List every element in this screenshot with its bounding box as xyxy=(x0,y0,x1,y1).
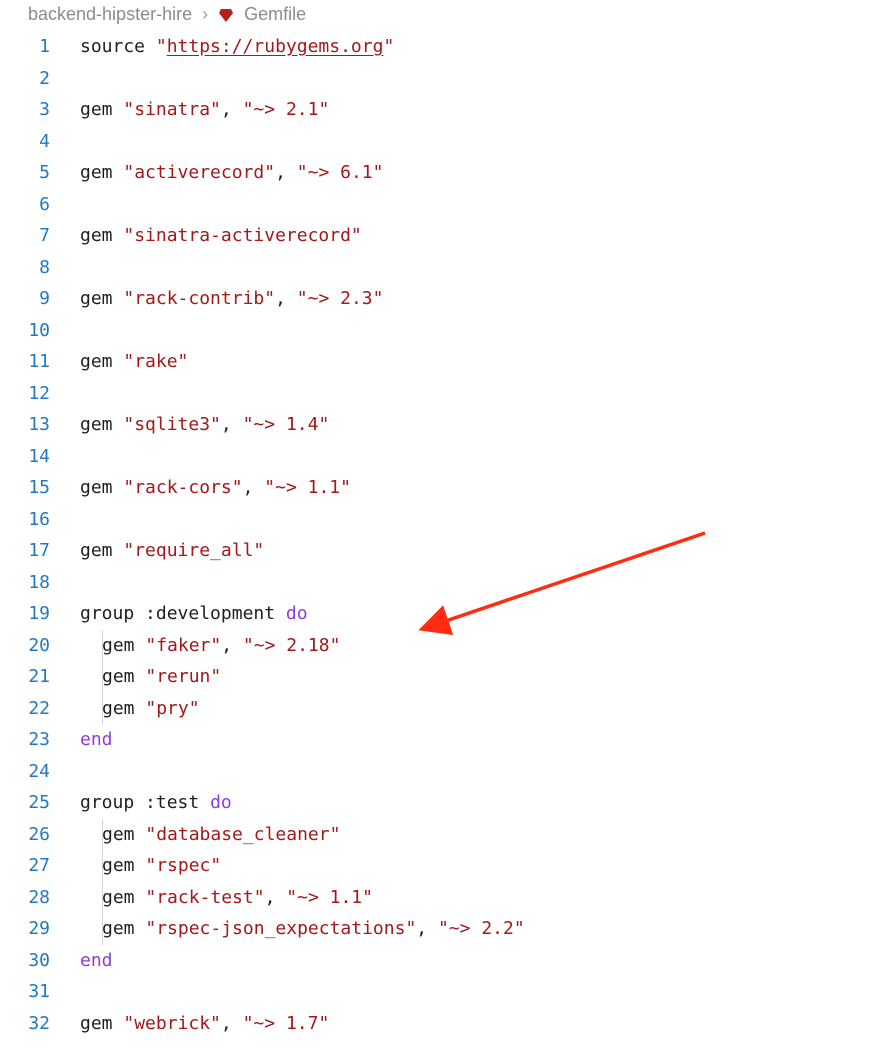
code-line[interactable]: 11gem "rake" xyxy=(0,346,880,378)
code-content: end xyxy=(80,945,113,977)
line-number: 5 xyxy=(0,157,80,189)
code-line[interactable]: 8 xyxy=(0,252,880,284)
code-line[interactable]: 1source "https://rubygems.org" xyxy=(0,31,880,63)
line-number: 25 xyxy=(0,787,80,819)
code-line[interactable]: 13gem "sqlite3", "~> 1.4" xyxy=(0,409,880,441)
line-number: 26 xyxy=(0,819,80,851)
code-content: gem "sinatra-activerecord" xyxy=(80,220,362,252)
code-line[interactable]: 7gem "sinatra-activerecord" xyxy=(0,220,880,252)
breadcrumb: backend-hipster-hire › Gemfile xyxy=(0,0,880,31)
code-line[interactable]: 20 gem "faker", "~> 2.18" xyxy=(0,630,880,662)
code-content: gem "rack-contrib", "~> 2.3" xyxy=(80,283,383,315)
code-line[interactable]: 4 xyxy=(0,126,880,158)
code-content: gem "rack-cors", "~> 1.1" xyxy=(80,472,351,504)
line-number: 29 xyxy=(0,913,80,945)
code-line[interactable]: 3gem "sinatra", "~> 2.1" xyxy=(0,94,880,126)
code-content: gem "rack-test", "~> 1.1" xyxy=(102,882,373,914)
code-content: gem "require_all" xyxy=(80,535,264,567)
line-number: 23 xyxy=(0,724,80,756)
code-line[interactable]: 29 gem "rspec-json_expectations", "~> 2.2… xyxy=(0,913,880,945)
code-content: end xyxy=(80,724,113,756)
line-number: 22 xyxy=(0,693,80,725)
line-number: 7 xyxy=(0,220,80,252)
code-content: gem "sinatra", "~> 2.1" xyxy=(80,94,329,126)
line-number: 15 xyxy=(0,472,80,504)
code-line[interactable]: 19group :development do xyxy=(0,598,880,630)
line-number: 32 xyxy=(0,1008,80,1040)
code-line[interactable]: 21 gem "rerun" xyxy=(0,661,880,693)
line-number: 17 xyxy=(0,535,80,567)
line-number: 21 xyxy=(0,661,80,693)
code-line[interactable]: 31 xyxy=(0,976,880,1008)
code-line[interactable]: 24 xyxy=(0,756,880,788)
code-content: gem "faker", "~> 2.18" xyxy=(102,630,340,662)
line-number: 1 xyxy=(0,31,80,63)
code-content: gem "sqlite3", "~> 1.4" xyxy=(80,409,329,441)
code-content: source "https://rubygems.org" xyxy=(80,31,394,63)
line-number: 8 xyxy=(0,252,80,284)
code-line[interactable]: 6 xyxy=(0,189,880,221)
code-line[interactable]: 14 xyxy=(0,441,880,473)
code-line[interactable]: 10 xyxy=(0,315,880,347)
breadcrumb-file[interactable]: Gemfile xyxy=(244,4,306,25)
code-line[interactable]: 2 xyxy=(0,63,880,95)
code-line[interactable]: 28 gem "rack-test", "~> 1.1" xyxy=(0,882,880,914)
code-content: group :development do xyxy=(80,598,308,630)
code-line[interactable]: 17gem "require_all" xyxy=(0,535,880,567)
code-line[interactable]: 22 gem "pry" xyxy=(0,693,880,725)
line-number: 28 xyxy=(0,882,80,914)
code-line[interactable]: 25group :test do xyxy=(0,787,880,819)
code-content: gem "rake" xyxy=(80,346,188,378)
line-number: 12 xyxy=(0,378,80,410)
line-number: 10 xyxy=(0,315,80,347)
code-line[interactable]: 26 gem "database_cleaner" xyxy=(0,819,880,851)
ruby-file-icon xyxy=(218,7,234,23)
code-line[interactable]: 18 xyxy=(0,567,880,599)
line-number: 31 xyxy=(0,976,80,1008)
code-line[interactable]: 16 xyxy=(0,504,880,536)
line-number: 24 xyxy=(0,756,80,788)
code-content: gem "rerun" xyxy=(102,661,221,693)
code-content: gem "pry" xyxy=(102,693,200,725)
line-number: 13 xyxy=(0,409,80,441)
code-line[interactable]: 32gem "webrick", "~> 1.7" xyxy=(0,1008,880,1040)
chevron-right-icon: › xyxy=(202,4,208,25)
code-line[interactable]: 23end xyxy=(0,724,880,756)
code-line[interactable]: 15gem "rack-cors", "~> 1.1" xyxy=(0,472,880,504)
line-number: 30 xyxy=(0,945,80,977)
line-number: 3 xyxy=(0,94,80,126)
breadcrumb-root[interactable]: backend-hipster-hire xyxy=(28,4,192,25)
code-content: gem "activerecord", "~> 6.1" xyxy=(80,157,383,189)
line-number: 9 xyxy=(0,283,80,315)
line-number: 27 xyxy=(0,850,80,882)
line-number: 2 xyxy=(0,63,80,95)
line-number: 11 xyxy=(0,346,80,378)
code-content: gem "webrick", "~> 1.7" xyxy=(80,1008,329,1040)
code-content: gem "rspec" xyxy=(102,850,221,882)
code-editor[interactable]: 1source "https://rubygems.org"23gem "sin… xyxy=(0,31,880,1039)
line-number: 4 xyxy=(0,126,80,158)
code-line[interactable]: 9gem "rack-contrib", "~> 2.3" xyxy=(0,283,880,315)
line-number: 16 xyxy=(0,504,80,536)
code-line[interactable]: 30end xyxy=(0,945,880,977)
line-number: 20 xyxy=(0,630,80,662)
line-number: 14 xyxy=(0,441,80,473)
code-line[interactable]: 27 gem "rspec" xyxy=(0,850,880,882)
code-line[interactable]: 12 xyxy=(0,378,880,410)
line-number: 6 xyxy=(0,189,80,221)
code-content: gem "database_cleaner" xyxy=(102,819,340,851)
code-content: gem "rspec-json_expectations", "~> 2.2" xyxy=(102,913,525,945)
line-number: 18 xyxy=(0,567,80,599)
line-number: 19 xyxy=(0,598,80,630)
code-line[interactable]: 5gem "activerecord", "~> 6.1" xyxy=(0,157,880,189)
code-content: group :test do xyxy=(80,787,232,819)
